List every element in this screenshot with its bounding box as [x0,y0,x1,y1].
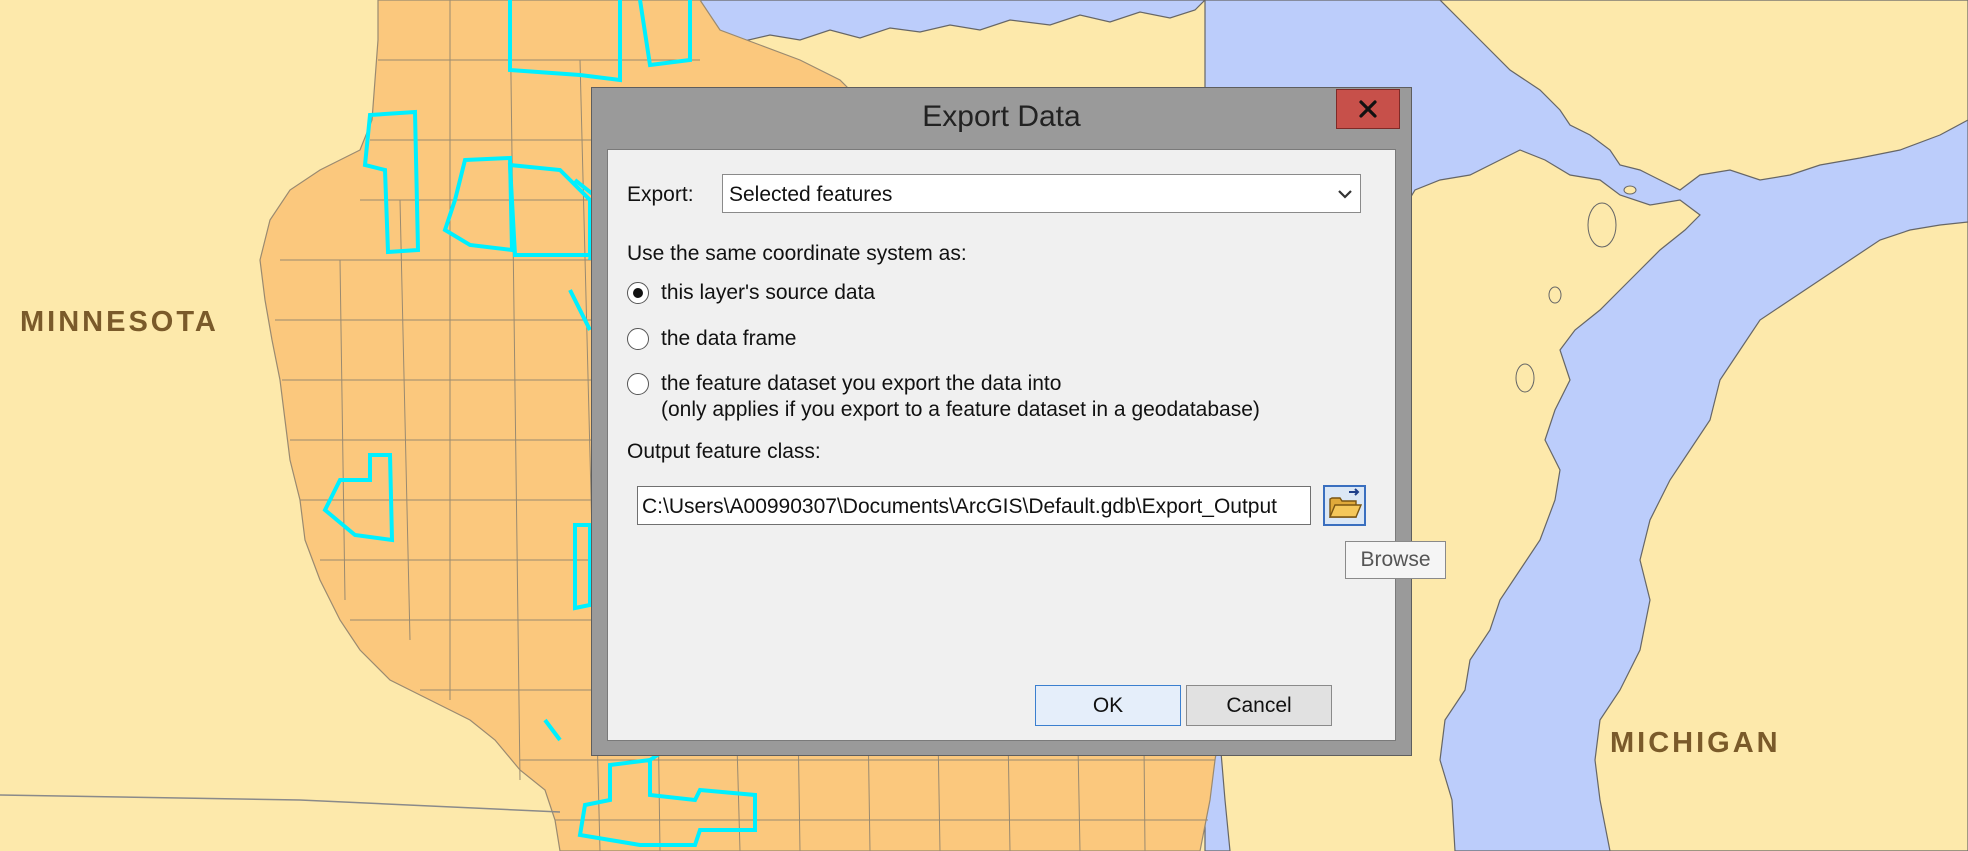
export-select-value: Selected features [729,183,893,206]
radio-feature-dataset[interactable] [627,373,649,395]
island [1548,286,1562,304]
output-path-input[interactable]: C:\Users\A00990307\Documents\ArcGIS\Defa… [637,486,1311,525]
output-path-value: C:\Users\A00990307\Documents\ArcGIS\Defa… [642,495,1277,518]
export-label: Export: [627,183,694,206]
open-folder-icon [1328,488,1363,518]
minnesota-label: MINNESOTA [20,306,219,338]
island [1623,185,1637,195]
close-icon [1359,100,1377,118]
radio-selected-dot [633,288,643,298]
radio-feature-dataset-note: (only applies if you export to a feature… [661,398,1260,421]
island [1587,202,1617,248]
dialog-titlebar[interactable]: Export Data [592,88,1411,146]
dialog-title: Export Data [922,100,1081,133]
cancel-button[interactable]: Cancel [1186,685,1332,726]
coordinate-system-heading: Use the same coordinate system as: [627,242,967,265]
michigan-label: MICHIGAN [1610,727,1781,759]
dialog-body: Export: Selected features Use the same c… [607,149,1396,741]
chevron-down-icon [1338,190,1352,199]
browse-tooltip: Browse [1345,541,1446,579]
radio-data-frame[interactable] [627,328,649,350]
ok-button[interactable]: OK [1035,685,1181,726]
radio-layer-source-label[interactable]: this layer's source data [661,281,875,305]
export-data-dialog: Export Data Export: Selected features Us… [591,87,1412,756]
output-feature-class-label: Output feature class: [627,440,821,463]
close-button[interactable] [1336,89,1400,129]
radio-data-frame-label[interactable]: the data frame [661,327,796,351]
export-select[interactable]: Selected features [722,174,1361,213]
island [1515,363,1535,393]
radio-feature-dataset-label[interactable]: the feature dataset you export the data … [661,372,1061,396]
radio-layer-source[interactable] [627,282,649,304]
browse-button[interactable] [1323,485,1366,526]
